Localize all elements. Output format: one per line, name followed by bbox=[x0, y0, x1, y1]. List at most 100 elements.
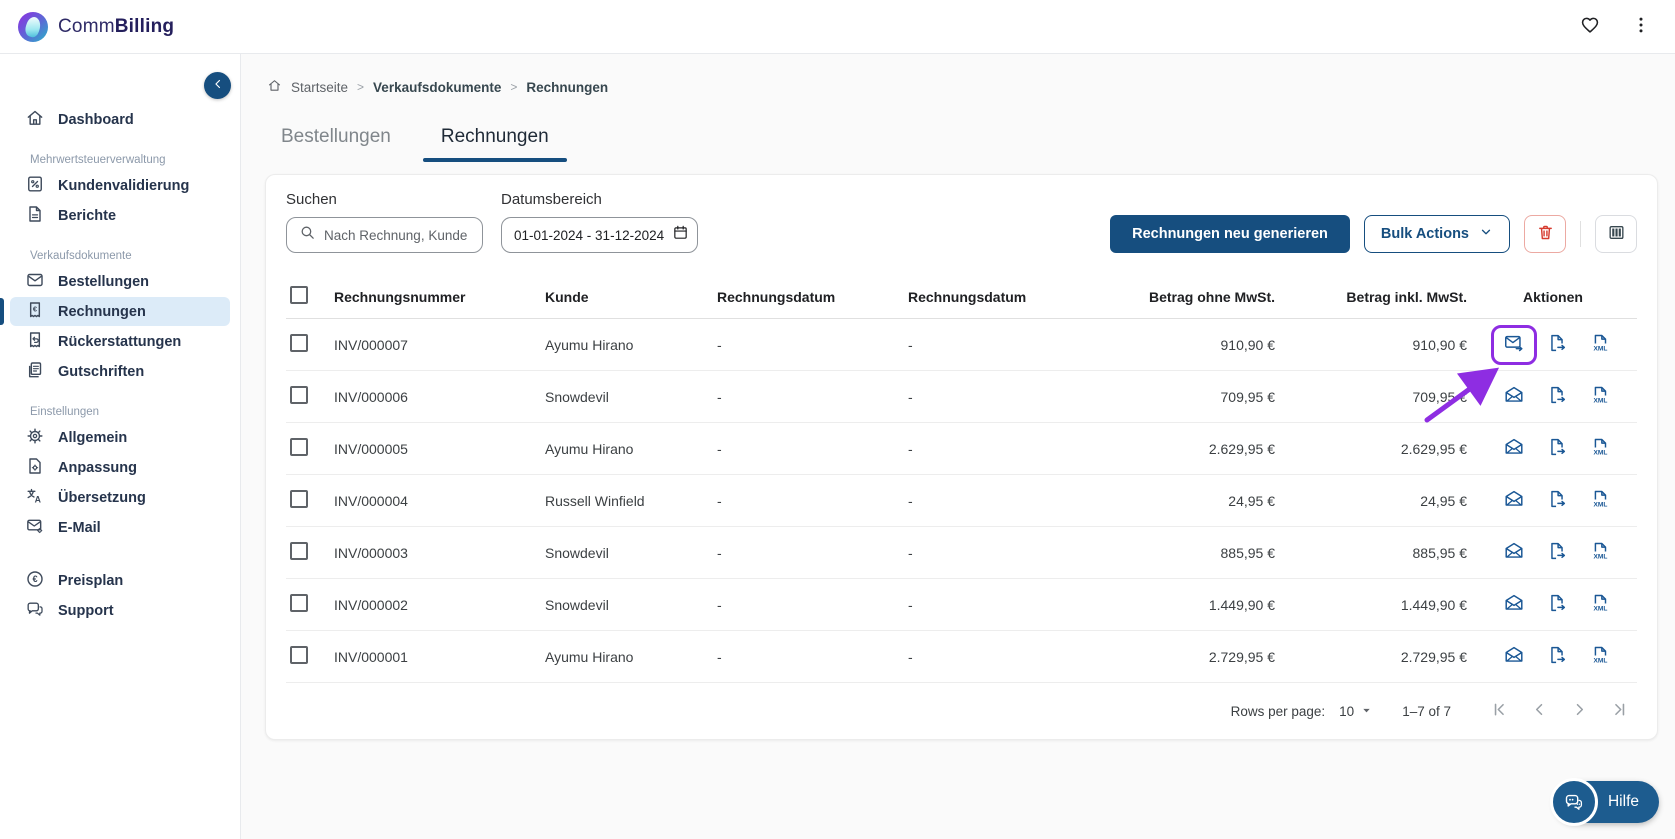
help-button[interactable]: Hilfe bbox=[1549, 778, 1659, 826]
regenerate-invoices-button[interactable]: Rechnungen neu generieren bbox=[1110, 215, 1350, 253]
export-xml-button[interactable] bbox=[1585, 330, 1615, 360]
invoice-number: INV/000006 bbox=[334, 388, 408, 405]
sidebar-collapse-button[interactable] bbox=[204, 72, 231, 99]
row-checkbox[interactable] bbox=[290, 334, 308, 352]
help-chat-icon bbox=[1549, 778, 1598, 826]
bulk-actions-button[interactable]: Bulk Actions bbox=[1363, 215, 1510, 253]
trash-icon bbox=[1536, 223, 1555, 245]
export-document-button[interactable] bbox=[1542, 382, 1572, 412]
gross-amount: 24,95 € bbox=[1420, 492, 1467, 509]
more-options-button[interactable] bbox=[1629, 13, 1653, 40]
sidebar-section-vat: Mehrwertsteuerverwaltung bbox=[30, 154, 166, 166]
col-header-gross: Betrag inkl. MwSt. bbox=[1346, 288, 1467, 305]
export-document-button[interactable] bbox=[1542, 434, 1572, 464]
customer-name: Ayumu Hirano bbox=[545, 336, 634, 353]
row-checkbox[interactable] bbox=[290, 438, 308, 456]
export-xml-button[interactable] bbox=[1585, 538, 1615, 568]
envelope-icon bbox=[25, 270, 45, 294]
invoice-number: INV/000002 bbox=[334, 596, 408, 613]
gross-amount: 1.449,90 € bbox=[1400, 596, 1467, 613]
invoice-date-2: - bbox=[908, 440, 913, 457]
previous-page-button[interactable] bbox=[1525, 697, 1553, 725]
export-document-button[interactable] bbox=[1542, 486, 1572, 516]
breadcrumb-item[interactable]: Rechnungen bbox=[526, 80, 608, 95]
sidebar-item-label: Anpassung bbox=[58, 459, 137, 476]
sidebar-item-bestellungen[interactable]: Bestellungen bbox=[10, 267, 230, 296]
annotation-highlight-box bbox=[1491, 324, 1537, 365]
row-checkbox[interactable] bbox=[290, 386, 308, 404]
sidebar-item-kundenvalidierung[interactable]: Kundenvalidierung bbox=[10, 171, 230, 200]
sidebar-item-support[interactable]: Support bbox=[10, 596, 230, 625]
document-export-icon bbox=[1546, 488, 1568, 513]
app-logo[interactable]: CommBilling bbox=[18, 11, 174, 42]
export-xml-button[interactable] bbox=[1585, 642, 1615, 672]
document-export-icon bbox=[1546, 592, 1568, 617]
export-xml-button[interactable] bbox=[1585, 382, 1615, 412]
breadcrumb-home-icon[interactable] bbox=[267, 78, 282, 96]
invoice-date: - bbox=[717, 596, 722, 613]
row-checkbox[interactable] bbox=[290, 542, 308, 560]
sidebar-item-label: Allgemein bbox=[58, 429, 128, 446]
export-xml-button[interactable] bbox=[1585, 590, 1615, 620]
breadcrumb-item[interactable]: Startseite bbox=[291, 80, 348, 95]
export-document-button[interactable] bbox=[1542, 590, 1572, 620]
document-export-icon bbox=[1546, 332, 1568, 357]
sidebar: Dashboard Mehrwertsteuerverwaltung Kunde… bbox=[0, 54, 241, 839]
last-page-button[interactable] bbox=[1605, 697, 1633, 725]
sidebar-item-rechnungen[interactable]: € Rechnungen bbox=[0, 297, 230, 326]
export-document-button[interactable] bbox=[1542, 642, 1572, 672]
sidebar-item-gutschriften[interactable]: Gutschriften bbox=[10, 357, 230, 386]
export-xml-button[interactable] bbox=[1585, 486, 1615, 516]
date-range-field[interactable]: 01-01-2024 - 31-12-2024 bbox=[501, 217, 698, 253]
row-checkbox[interactable] bbox=[290, 646, 308, 664]
delete-button[interactable] bbox=[1524, 215, 1566, 253]
search-input[interactable] bbox=[324, 227, 472, 243]
breadcrumb: Startseite > Verkaufsdokumente > Rechnun… bbox=[241, 54, 1675, 96]
sidebar-item-berichte[interactable]: Berichte bbox=[10, 201, 230, 230]
resend-email-button[interactable] bbox=[1499, 590, 1529, 620]
row-checkbox[interactable] bbox=[290, 490, 308, 508]
resend-email-button[interactable] bbox=[1499, 434, 1529, 464]
col-header-number: Rechnungsnummer bbox=[334, 288, 466, 305]
customer-name: Russell Winfield bbox=[545, 492, 645, 509]
sidebar-item-uebersetzung[interactable]: A Übersetzung bbox=[10, 483, 230, 512]
mail-open-icon bbox=[1503, 592, 1525, 617]
sidebar-item-anpassung[interactable]: Anpassung bbox=[10, 453, 230, 482]
sidebar-item-allgemein[interactable]: Allgemein bbox=[10, 423, 230, 452]
mail-open-icon bbox=[1503, 488, 1525, 513]
brand-logo-icon bbox=[18, 11, 48, 42]
export-xml-button[interactable] bbox=[1585, 434, 1615, 464]
net-amount: 24,95 € bbox=[1228, 492, 1275, 509]
resend-email-button[interactable] bbox=[1499, 642, 1529, 672]
sidebar-item-email[interactable]: E-Mail bbox=[10, 513, 230, 542]
row-checkbox[interactable] bbox=[290, 594, 308, 612]
resend-email-button[interactable] bbox=[1499, 538, 1529, 568]
mail-send-icon bbox=[1503, 332, 1525, 357]
first-page-button[interactable] bbox=[1485, 697, 1513, 725]
invoice-date: - bbox=[717, 544, 722, 561]
xml-export-icon bbox=[1589, 436, 1611, 461]
customer-name: Snowdevil bbox=[545, 388, 609, 405]
sidebar-item-rueckerstattungen[interactable]: Rückerstattungen bbox=[10, 327, 230, 356]
rows-per-page-select[interactable]: 10 bbox=[1339, 704, 1372, 719]
export-document-button[interactable] bbox=[1542, 330, 1572, 360]
net-amount: 910,90 € bbox=[1220, 336, 1276, 353]
select-all-checkbox[interactable] bbox=[290, 286, 308, 304]
resend-email-button[interactable] bbox=[1499, 382, 1529, 412]
dropdown-arrow-icon bbox=[1361, 704, 1372, 719]
kebab-menu-icon bbox=[1631, 15, 1651, 38]
tab-rechnungen[interactable]: Rechnungen bbox=[422, 120, 567, 162]
send-email-button[interactable] bbox=[1499, 330, 1529, 360]
customer-name: Snowdevil bbox=[545, 596, 609, 613]
tab-bestellungen[interactable]: Bestellungen bbox=[263, 120, 409, 162]
sidebar-item-preisplan[interactable]: € Preisplan bbox=[10, 566, 230, 595]
favorites-button[interactable] bbox=[1577, 12, 1603, 41]
breadcrumb-item[interactable]: Verkaufsdokumente bbox=[373, 80, 501, 95]
columns-button[interactable] bbox=[1595, 215, 1637, 253]
sidebar-item-dashboard[interactable]: Dashboard bbox=[10, 105, 230, 134]
invoice-date-2: - bbox=[908, 336, 913, 353]
next-page-button[interactable] bbox=[1565, 697, 1593, 725]
resend-email-button[interactable] bbox=[1499, 486, 1529, 516]
chevron-left-icon bbox=[1530, 700, 1549, 722]
export-document-button[interactable] bbox=[1542, 538, 1572, 568]
